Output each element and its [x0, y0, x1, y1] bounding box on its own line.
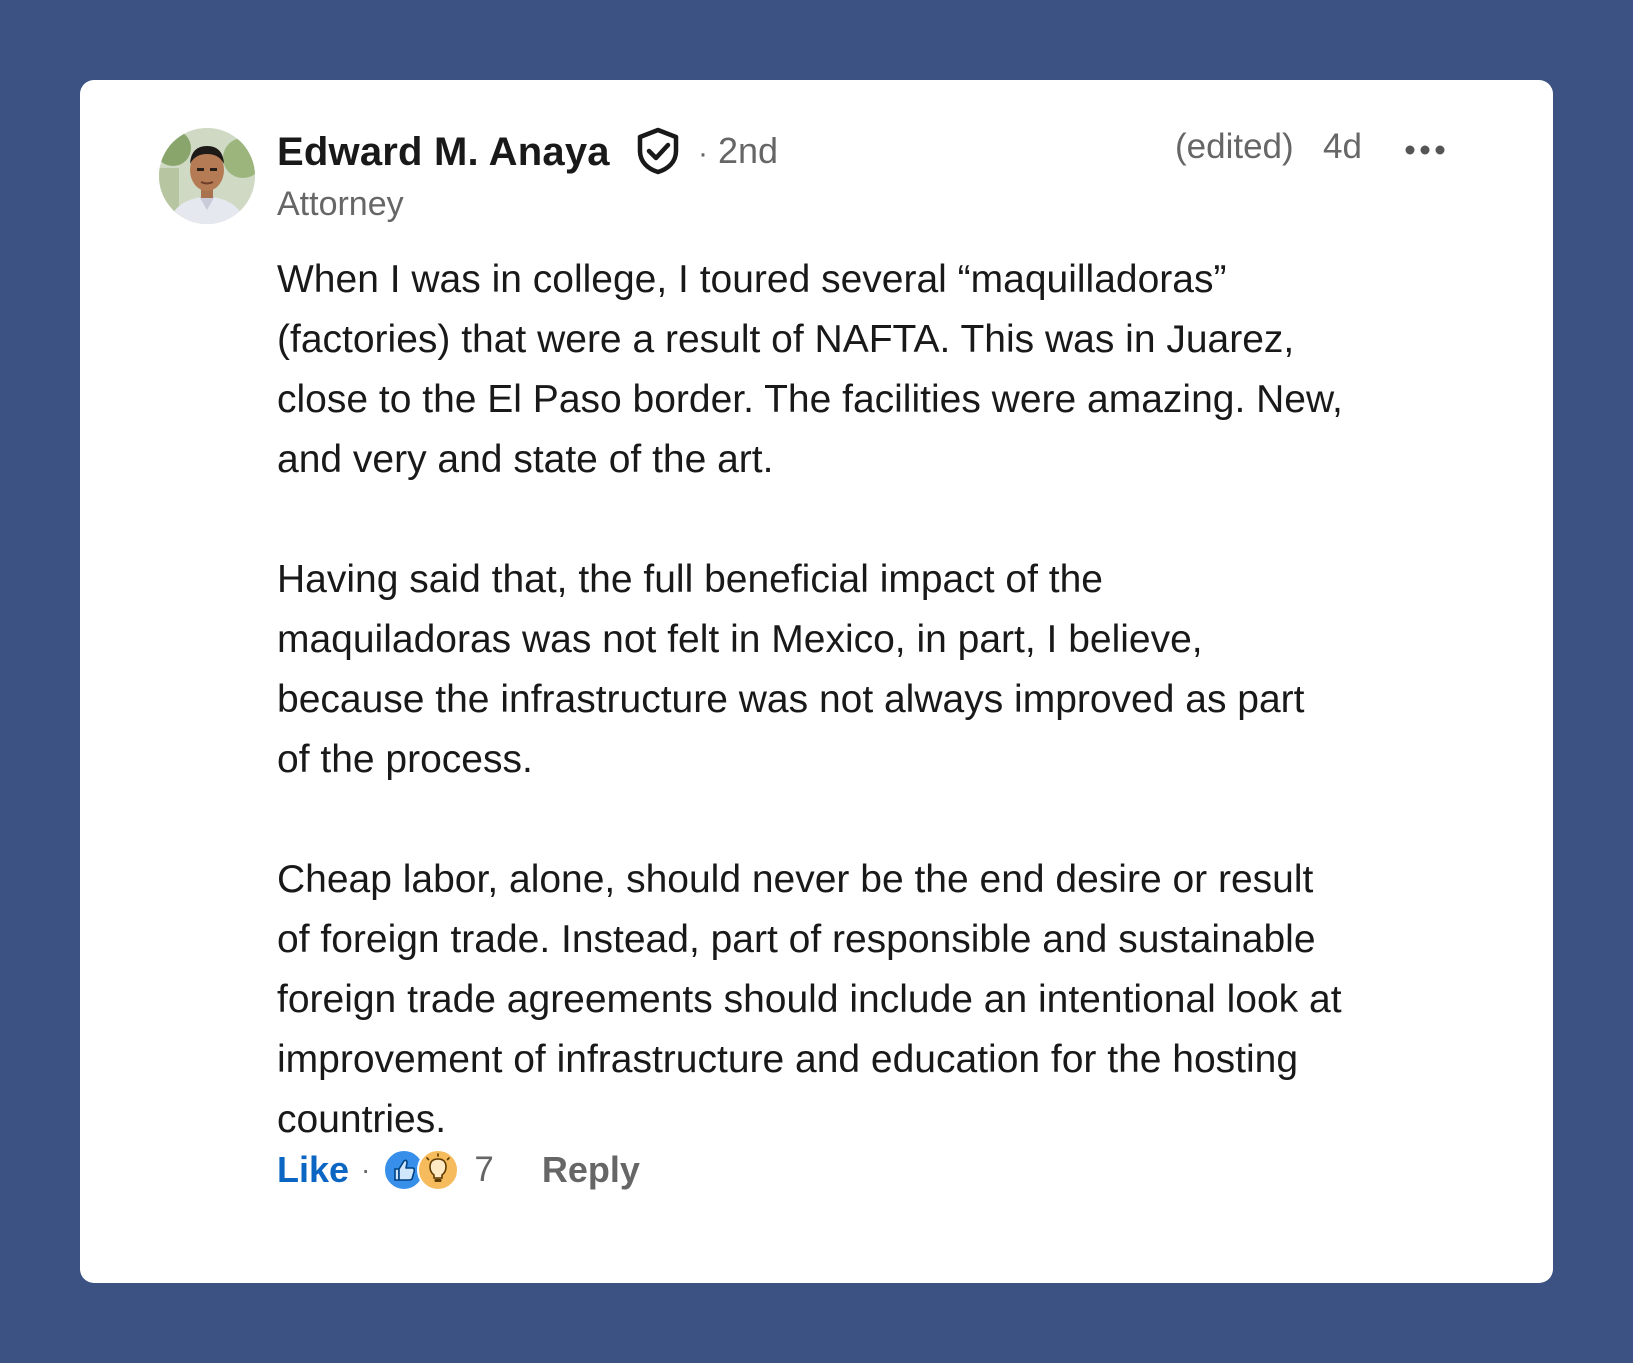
reactions-summary[interactable]: [382, 1148, 462, 1192]
text-line: (factories) that were a result of NAFTA.…: [277, 318, 1295, 361]
author-name[interactable]: Edward M. Anaya: [277, 130, 610, 175]
action-separator: ·: [361, 1154, 371, 1185]
comment-timestamp[interactable]: 4d: [1323, 127, 1362, 167]
more-horizontal-icon: [1405, 145, 1445, 155]
text-line: and very and state of the art.: [277, 438, 774, 481]
text-line: countries.: [277, 1098, 447, 1141]
more-options-button[interactable]: [1400, 135, 1450, 165]
text-line: close to the El Paso border. The facilit…: [277, 378, 1343, 421]
text-line: maquiladoras was not felt in Mexico, in …: [277, 618, 1203, 661]
degree-separator: ·: [698, 137, 708, 170]
like-button[interactable]: Like: [277, 1149, 349, 1191]
reply-button[interactable]: Reply: [542, 1149, 640, 1191]
text-line: of foreign trade. Instead, part of respo…: [277, 918, 1316, 961]
comment-actions: Like · 7 Reply: [277, 1145, 640, 1195]
text-line: Cheap labor, alone, should never be the …: [277, 858, 1314, 901]
insightful-reaction-icon: [417, 1149, 460, 1191]
text-line: foreign trade agreements should include …: [277, 978, 1342, 1021]
reaction-count[interactable]: 7: [474, 1150, 493, 1190]
author-headline: Attorney: [277, 185, 404, 223]
connection-degree: · 2nd: [698, 130, 778, 172]
text-line: improvement of infrastructure and educat…: [277, 1038, 1299, 1081]
text-line: When I was in college, I toured several …: [277, 258, 1227, 301]
comment-paragraph: Cheap labor, alone, should never be the …: [277, 850, 1517, 1150]
comment-paragraph: When I was in college, I toured several …: [277, 250, 1517, 490]
comment-card: Edward M. Anaya · 2nd Attorney (edited) 4…: [80, 80, 1553, 1283]
text-line: because the infrastructure was not alway…: [277, 678, 1305, 721]
edited-label: (edited): [1175, 127, 1294, 166]
comment-paragraph: Having said that, the full beneficial im…: [277, 550, 1517, 790]
comment-body: When I was in college, I toured several …: [277, 250, 1517, 1150]
author-avatar[interactable]: [159, 128, 255, 224]
degree-label: 2nd: [718, 130, 779, 171]
text-line: of the process.: [277, 738, 533, 781]
text-line: Having said that, the full beneficial im…: [277, 558, 1103, 601]
verified-shield-icon: [635, 127, 681, 175]
